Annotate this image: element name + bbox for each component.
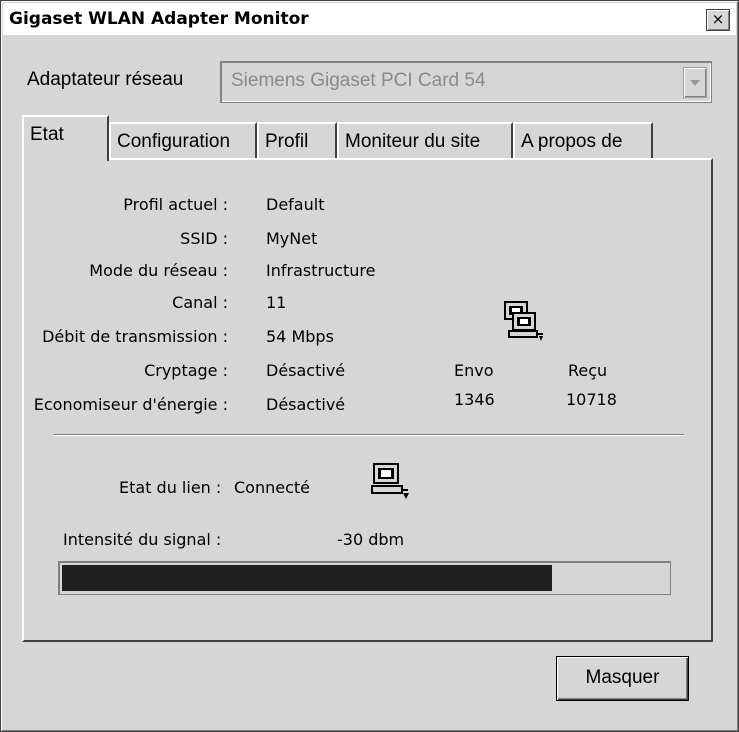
tab-label: Configuration xyxy=(117,131,231,152)
adapter-select-value: Siemens Gigaset PCI Card 54 xyxy=(231,70,486,91)
adapter-dropdown-button[interactable] xyxy=(683,67,707,98)
field-value-profil: Default xyxy=(266,195,325,214)
field-value-ssid: MyNet xyxy=(266,229,318,248)
field-value-debit: 54 Mbps xyxy=(266,327,334,346)
tab-label: A propos de xyxy=(521,131,623,152)
main-window: Gigaset WLAN Adapter Monitor × Adaptateu… xyxy=(0,0,739,732)
tab-configuration[interactable]: Configuration xyxy=(109,122,257,158)
tab-label: Moniteur du site xyxy=(345,131,481,152)
received-value: 10718 xyxy=(566,390,617,409)
adapter-select[interactable]: Siemens Gigaset PCI Card 54 xyxy=(220,61,712,103)
hide-button-label: Masquer xyxy=(585,667,660,688)
field-label-debit: Débit de transmission : xyxy=(42,327,228,346)
tab-label: Profil xyxy=(265,131,309,152)
status-panel: Profil actuel : Default SSID : MyNet Mod… xyxy=(22,158,713,642)
link-status-label: Etat du lien : xyxy=(119,478,222,497)
signal-strength-value: -30 dbm xyxy=(337,530,405,549)
sent-label: Envo xyxy=(454,361,494,380)
tab-label: Etat xyxy=(30,124,64,145)
close-icon: × xyxy=(711,10,725,28)
field-label-canal: Canal : xyxy=(172,293,228,312)
field-value-mode: Infrastructure xyxy=(266,261,376,280)
title-bar[interactable]: Gigaset WLAN Adapter Monitor × xyxy=(3,3,736,35)
field-label-ssid: SSID : xyxy=(180,229,228,248)
field-value-canal: 11 xyxy=(266,293,287,312)
field-label-profil: Profil actuel : xyxy=(123,195,228,214)
window-title: Gigaset WLAN Adapter Monitor xyxy=(9,9,309,29)
link-status-value: Connecté xyxy=(234,478,310,497)
chevron-down-icon xyxy=(690,80,700,86)
tab-etat[interactable]: Etat xyxy=(22,115,109,161)
tab-a-propos-de[interactable]: A propos de xyxy=(513,122,653,158)
signal-strength-bar xyxy=(58,561,671,595)
adapter-label: Adaptateur réseau xyxy=(27,69,184,90)
received-label: Reçu xyxy=(568,361,608,380)
signal-strength-fill xyxy=(62,565,552,591)
hide-button[interactable]: Masquer xyxy=(556,656,689,701)
tab-moniteur-du-site[interactable]: Moniteur du site xyxy=(337,122,513,158)
field-label-cryptage: Cryptage : xyxy=(144,361,228,380)
field-label-mode: Mode du réseau : xyxy=(89,261,228,280)
sent-value: 1346 xyxy=(454,390,495,409)
section-divider xyxy=(54,434,684,436)
network-computer-icon xyxy=(371,463,409,499)
tab-profil[interactable]: Profil xyxy=(257,122,337,158)
close-button[interactable]: × xyxy=(706,9,730,31)
signal-strength-label: Intensité du signal : xyxy=(63,530,222,549)
network-computer-icon xyxy=(504,301,543,341)
field-value-cryptage: Désactivé xyxy=(266,361,346,380)
field-value-economiseur: Désactivé xyxy=(266,395,346,414)
field-label-economiseur: Economiseur d'énergie : xyxy=(33,395,228,414)
